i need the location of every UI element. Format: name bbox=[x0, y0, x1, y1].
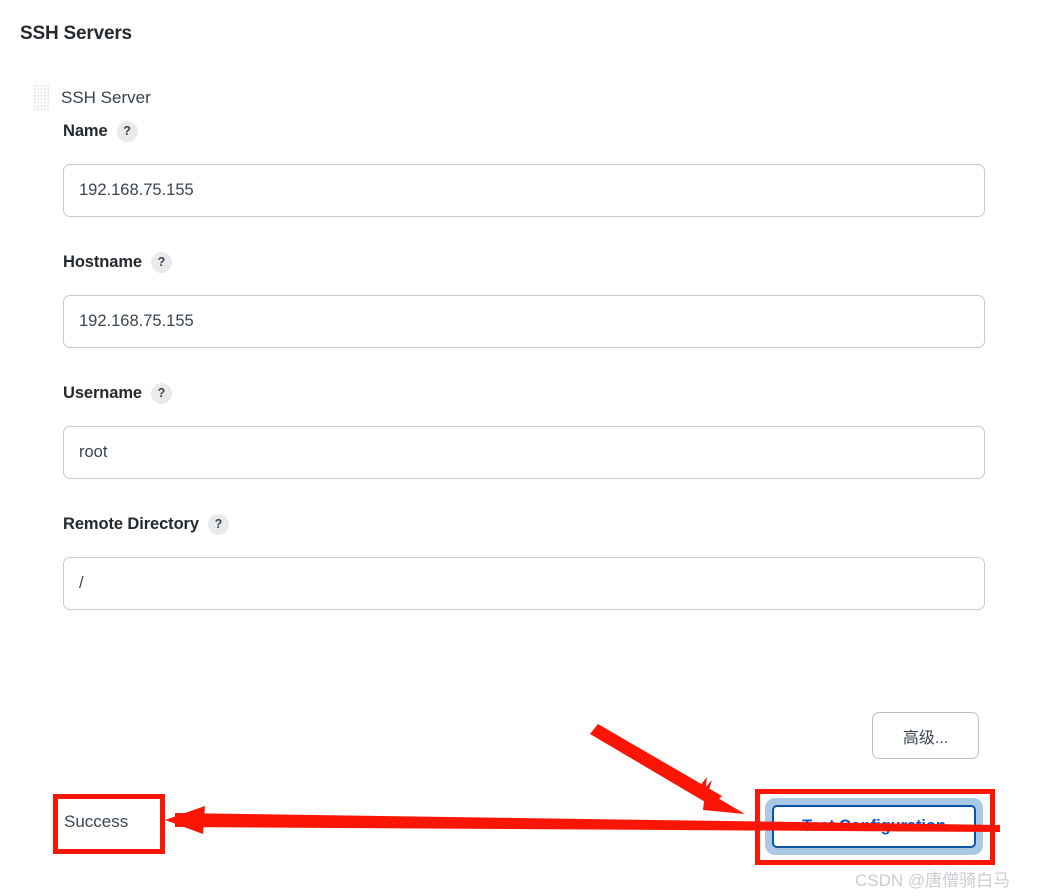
test-configuration-button[interactable]: Test Configuration bbox=[772, 805, 976, 848]
advanced-button[interactable]: 高级... bbox=[872, 712, 979, 759]
drag-grip-icon[interactable] bbox=[33, 84, 50, 111]
field-name-label: Name bbox=[63, 121, 108, 140]
question-mark-icon[interactable]: ? bbox=[207, 513, 229, 535]
field-hostname-label-row: Hostname ? bbox=[63, 249, 985, 275]
field-username: Username ? bbox=[63, 380, 985, 479]
name-input[interactable] bbox=[63, 164, 985, 217]
status-badge: Success bbox=[64, 812, 129, 831]
ssh-server-label: SSH Server bbox=[61, 87, 151, 107]
field-username-label-row: Username ? bbox=[63, 380, 985, 406]
question-mark-icon[interactable]: ? bbox=[150, 251, 172, 273]
field-name-label-row: Name ? bbox=[63, 118, 985, 144]
field-spacer bbox=[63, 217, 985, 249]
field-spacer bbox=[63, 348, 985, 380]
field-hostname-label: Hostname bbox=[63, 252, 142, 271]
field-remote-directory-label-row: Remote Directory ? bbox=[63, 511, 985, 537]
field-username-label: Username bbox=[63, 383, 142, 402]
page-title: SSH Servers bbox=[20, 23, 132, 44]
question-mark-icon[interactable]: ? bbox=[151, 382, 172, 404]
ssh-server-row: SSH Server bbox=[33, 84, 151, 111]
csdn-watermark: CSDN @唐僧骑白马 bbox=[855, 871, 1011, 890]
username-input[interactable] bbox=[63, 426, 985, 479]
hostname-input[interactable] bbox=[63, 295, 985, 348]
field-spacer bbox=[63, 479, 985, 511]
field-remote-directory-label: Remote Directory bbox=[63, 514, 199, 533]
question-mark-icon[interactable]: ? bbox=[116, 120, 138, 142]
field-hostname: Hostname ? bbox=[63, 249, 985, 348]
field-remote-directory: Remote Directory ? bbox=[63, 511, 985, 610]
field-name: Name ? bbox=[63, 118, 985, 217]
ssh-server-form: Name ? Hostname ? Username ? Remote Dire… bbox=[63, 118, 985, 610]
annotation-arrow-diagonal bbox=[590, 724, 745, 814]
test-configuration-focus-ring: Test Configuration bbox=[765, 798, 983, 855]
remote-directory-input[interactable] bbox=[63, 557, 985, 610]
